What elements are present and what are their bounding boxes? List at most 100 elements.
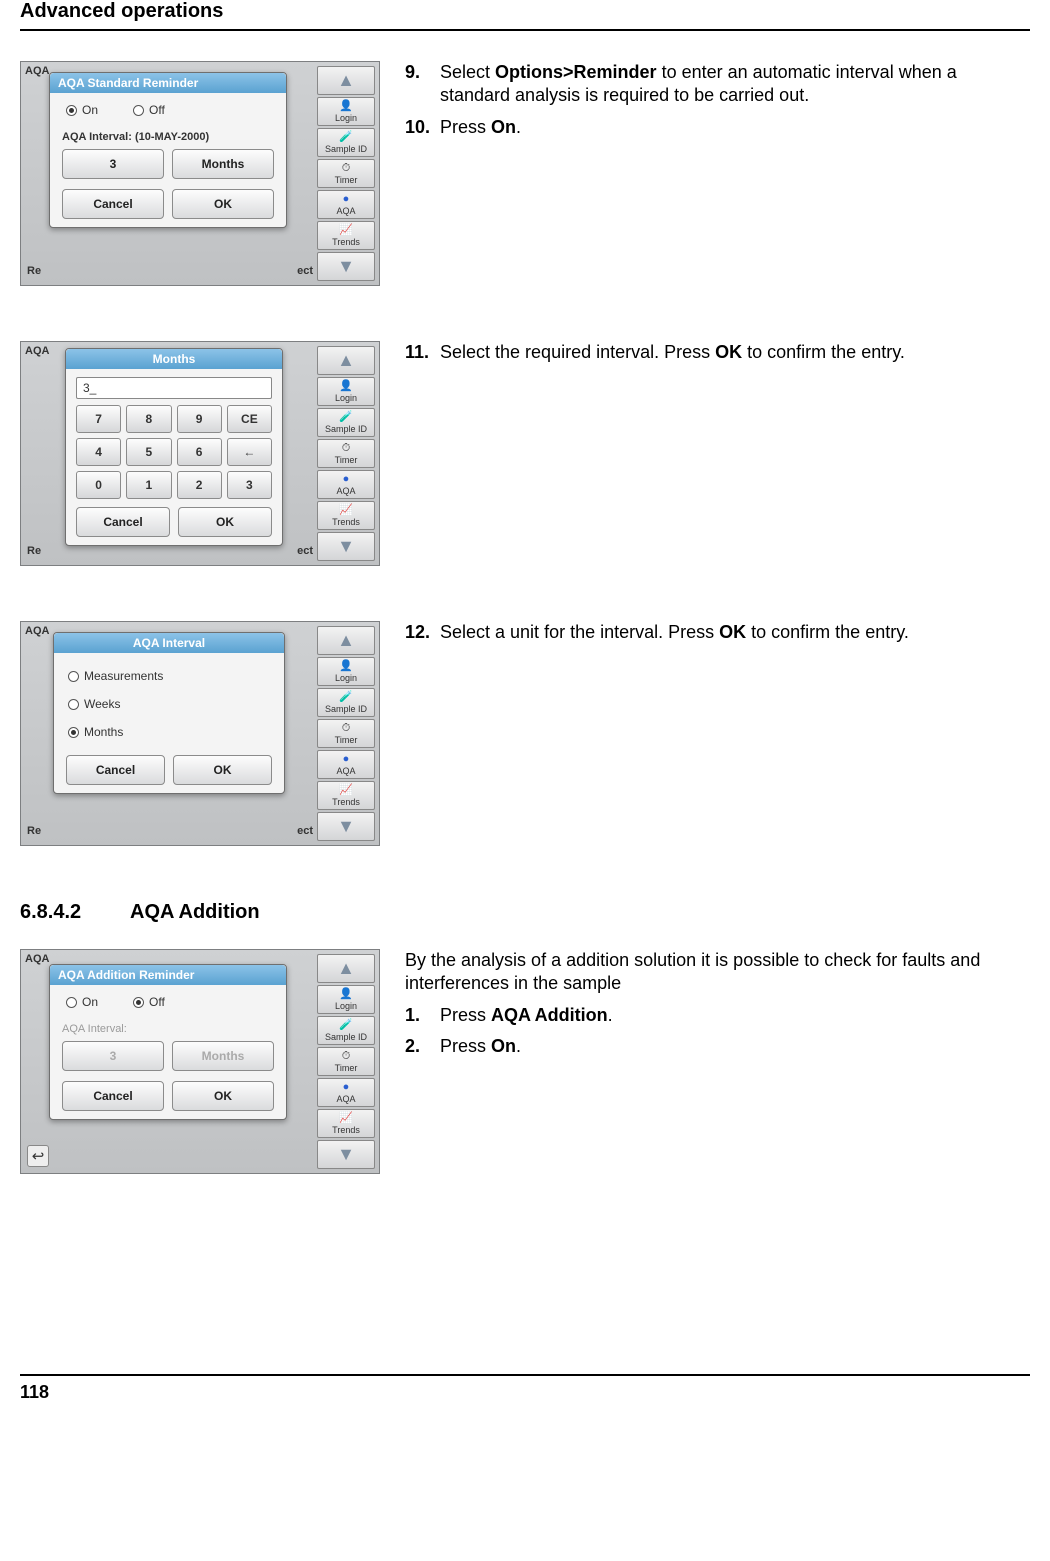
side-aqa[interactable]: ●AQA <box>317 750 375 779</box>
side-aqa[interactable]: ●AQA <box>317 470 375 499</box>
side-timer[interactable]: ⏱Timer <box>317 1047 375 1076</box>
figure-aqa-interval: AQA Re ect ▲ 👤Login 🧪Sample ID ⏱Timer ●A… <box>20 621 380 846</box>
side-panel: ▲ 👤Login 🧪Sample ID ⏱Timer ●AQA 📈Trends … <box>317 626 375 841</box>
interval-value-button[interactable]: 3 <box>62 149 164 179</box>
side-trends[interactable]: 📈Trends <box>317 1109 375 1138</box>
side-label: Timer <box>335 1063 358 1073</box>
side-sample-id[interactable]: 🧪Sample ID <box>317 688 375 717</box>
timer-icon: ⏱ <box>342 443 351 454</box>
interval-label: AQA Interval: (10-MAY-2000) <box>62 131 274 143</box>
interval-unit-button[interactable]: Months <box>172 149 274 179</box>
ok-button[interactable]: OK <box>172 1081 274 1111</box>
flask-icon: 🧪 <box>339 1020 353 1031</box>
radio-on[interactable]: On <box>66 103 98 117</box>
figure-aqa-standard-reminder: AQA Re ect ▲ 👤Login 🧪Sample ID ⏱Timer ●A… <box>20 61 380 286</box>
option-measurements[interactable]: Measurements <box>68 669 270 683</box>
side-aqa[interactable]: ●AQA <box>317 190 375 219</box>
cancel-button[interactable]: Cancel <box>76 507 170 537</box>
flask-icon: 🧪 <box>339 412 353 423</box>
option-label: Measurements <box>84 669 163 683</box>
key-0[interactable]: 0 <box>76 471 121 499</box>
radio-on[interactable]: On <box>66 995 98 1009</box>
key-8[interactable]: 8 <box>126 405 171 433</box>
key-3[interactable]: 3 <box>227 471 272 499</box>
side-label: Sample ID <box>325 1032 367 1042</box>
step-number: 1. <box>405 1004 440 1027</box>
figure-months-keypad: AQA Re ect ▲ 👤Login 🧪Sample ID ⏱Timer ●A… <box>20 341 380 566</box>
side-label: Sample ID <box>325 424 367 434</box>
step-text: Select Options>Reminder to enter an auto… <box>440 61 1030 108</box>
interval-unit-button: Months <box>172 1041 274 1071</box>
side-label: Trends <box>332 1125 360 1135</box>
scroll-down-icon[interactable]: ▼ <box>317 1140 375 1169</box>
side-timer[interactable]: ⏱Timer <box>317 159 375 188</box>
cancel-button[interactable]: Cancel <box>62 1081 164 1111</box>
key-5[interactable]: 5 <box>126 438 171 466</box>
side-trends[interactable]: 📈Trends <box>317 221 375 250</box>
radio-off[interactable]: Off <box>133 995 165 1009</box>
figure-aqa-addition-reminder: AQA ↩ ▲ 👤Login 🧪Sample ID ⏱Timer ●AQA 📈T… <box>20 949 380 1174</box>
dialog-title: AQA Addition Reminder <box>50 965 286 985</box>
side-trends[interactable]: 📈Trends <box>317 501 375 530</box>
side-login[interactable]: 👤Login <box>317 97 375 126</box>
section-heading: 6.8.4.2AQA Addition <box>20 901 1030 924</box>
key-1[interactable]: 1 <box>126 471 171 499</box>
section-title: AQA Addition <box>130 901 260 923</box>
option-months[interactable]: Months <box>68 725 270 739</box>
side-sample-id[interactable]: 🧪Sample ID <box>317 408 375 437</box>
back-icon[interactable]: ↩ <box>27 1145 49 1167</box>
key-backspace[interactable]: ← <box>227 438 272 466</box>
side-login[interactable]: 👤Login <box>317 377 375 406</box>
radio-icon <box>66 105 77 116</box>
cancel-button[interactable]: Cancel <box>62 189 164 219</box>
step-row-9: AQA Re ect ▲ 👤Login 🧪Sample ID ⏱Timer ●A… <box>20 61 1030 286</box>
dialog-aqa-interval: AQA Interval Measurements Weeks Months C… <box>53 632 285 794</box>
bg-label: AQA <box>25 625 49 637</box>
side-label: Timer <box>335 455 358 465</box>
key-6[interactable]: 6 <box>177 438 222 466</box>
side-timer[interactable]: ⏱Timer <box>317 439 375 468</box>
side-login[interactable]: 👤Login <box>317 985 375 1014</box>
side-label: Trends <box>332 797 360 807</box>
scroll-up-icon[interactable]: ▲ <box>317 626 375 655</box>
ok-button[interactable]: OK <box>173 755 272 785</box>
step-text: Select a unit for the interval. Press OK… <box>440 621 1030 644</box>
side-label: AQA <box>336 766 355 776</box>
bg-peek: ect <box>297 265 313 277</box>
scroll-up-icon[interactable]: ▲ <box>317 954 375 983</box>
key-ce[interactable]: CE <box>227 405 272 433</box>
side-label: Login <box>335 673 357 683</box>
aqa-icon: ● <box>343 754 350 765</box>
value-input[interactable]: 3_ <box>76 377 272 399</box>
key-9[interactable]: 9 <box>177 405 222 433</box>
side-sample-id[interactable]: 🧪Sample ID <box>317 128 375 157</box>
step-row-aqa-addition: AQA ↩ ▲ 👤Login 🧪Sample ID ⏱Timer ●AQA 📈T… <box>20 949 1030 1174</box>
side-sample-id[interactable]: 🧪Sample ID <box>317 1016 375 1045</box>
side-trends[interactable]: 📈Trends <box>317 781 375 810</box>
key-7[interactable]: 7 <box>76 405 121 433</box>
radio-off[interactable]: Off <box>133 103 165 117</box>
scroll-up-icon[interactable]: ▲ <box>317 346 375 375</box>
dialog-title: AQA Interval <box>54 633 284 653</box>
step-row-11: AQA Re ect ▲ 👤Login 🧪Sample ID ⏱Timer ●A… <box>20 341 1030 566</box>
ok-button[interactable]: OK <box>178 507 272 537</box>
step-text: Press On. <box>440 1035 1030 1058</box>
side-login[interactable]: 👤Login <box>317 657 375 686</box>
key-4[interactable]: 4 <box>76 438 121 466</box>
ok-button[interactable]: OK <box>172 189 274 219</box>
side-label: Trends <box>332 517 360 527</box>
step-number: 11. <box>405 341 440 364</box>
timer-icon: ⏱ <box>342 723 351 734</box>
trends-icon: 📈 <box>339 1113 353 1124</box>
scroll-up-icon[interactable]: ▲ <box>317 66 375 95</box>
scroll-down-icon[interactable]: ▼ <box>317 252 375 281</box>
scroll-down-icon[interactable]: ▼ <box>317 532 375 561</box>
key-2[interactable]: 2 <box>177 471 222 499</box>
scroll-down-icon[interactable]: ▼ <box>317 812 375 841</box>
cancel-button[interactable]: Cancel <box>66 755 165 785</box>
option-weeks[interactable]: Weeks <box>68 697 270 711</box>
side-aqa[interactable]: ●AQA <box>317 1078 375 1107</box>
side-timer[interactable]: ⏱Timer <box>317 719 375 748</box>
option-label: Weeks <box>84 697 120 711</box>
step-12: 12. Select a unit for the interval. Pres… <box>405 621 1030 644</box>
